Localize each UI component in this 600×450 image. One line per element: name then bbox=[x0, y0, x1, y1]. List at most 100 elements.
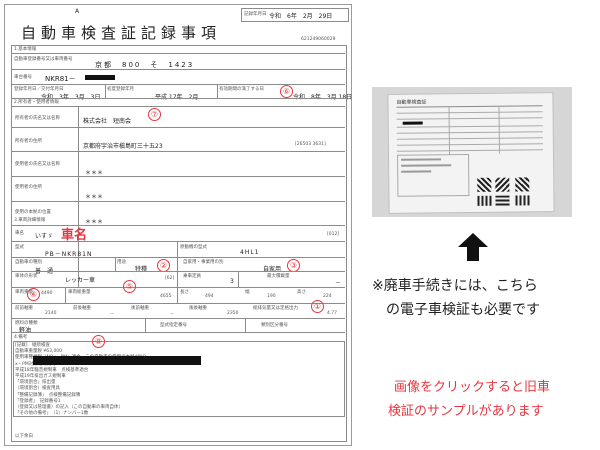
annotation-circle-1: ① bbox=[311, 300, 324, 313]
kind-label: 自動車の種別 bbox=[15, 260, 42, 265]
divider bbox=[11, 287, 345, 288]
shape-code: [62] bbox=[165, 276, 175, 281]
thumb-title: 自動車検査証 bbox=[396, 99, 427, 106]
note-line-2: の電子車検証も必要です bbox=[386, 302, 540, 318]
gross-weight-value: 4655 bbox=[160, 294, 172, 299]
annotation-circle-7: ⑦ bbox=[148, 108, 161, 121]
capacity-value: 3 bbox=[230, 278, 234, 285]
divider bbox=[11, 303, 345, 304]
engine-value: 4HL1 bbox=[240, 249, 260, 256]
divider bbox=[11, 69, 345, 70]
note-line-1: ※廃車手続きには、こちら bbox=[372, 278, 538, 294]
divider bbox=[11, 318, 345, 319]
expiry-label: 有効期間の満了する日 bbox=[219, 87, 264, 92]
initial-reg-value: 平成 17年 2月 bbox=[155, 94, 199, 101]
qr-code-icon bbox=[477, 177, 492, 192]
engine-label: 原動機の型式 bbox=[180, 245, 207, 250]
width-value: 190 bbox=[267, 294, 276, 299]
owner-code: [26503 3631] bbox=[295, 142, 326, 147]
section4-label: 4.備考 bbox=[14, 335, 28, 340]
front-rear-axle-value: － bbox=[110, 312, 115, 317]
divider bbox=[11, 127, 345, 128]
maker-value: いすゞ bbox=[35, 233, 54, 240]
divider bbox=[11, 151, 345, 152]
max-load-value: － bbox=[335, 280, 342, 287]
old-inspection-certificate-thumbnail[interactable]: 自動車検査証 bbox=[372, 87, 572, 217]
divider bbox=[177, 241, 178, 257]
displacement-label: 総排気量又は定格出力 bbox=[253, 306, 298, 311]
category-label: 類別区分番号 bbox=[261, 323, 288, 328]
shape-value: レッカー車 bbox=[65, 277, 96, 284]
section2-label: 2.所有者・使用者情報 bbox=[14, 100, 59, 105]
rear-rear-axle-value: 2350 bbox=[227, 311, 239, 316]
divider bbox=[11, 53, 345, 54]
qr-code-icon bbox=[515, 195, 530, 206]
section3-label: 3.車両詳細情報 bbox=[14, 218, 46, 223]
user-address-label: 使用者の住所 bbox=[15, 185, 42, 190]
rear-front-axle-label: 後前軸重 bbox=[131, 306, 149, 311]
record-date-label: 記録年月日 bbox=[244, 12, 267, 17]
divider bbox=[177, 257, 178, 271]
maker-code: [012] bbox=[327, 232, 340, 237]
qr-code-icon bbox=[515, 177, 530, 192]
initial-reg-label: 初度登録年月 bbox=[107, 87, 134, 92]
front-axle-label: 前前軸重 bbox=[15, 306, 33, 311]
capacity-label: 乗車定員 bbox=[183, 274, 201, 279]
divider bbox=[177, 271, 178, 287]
qr-code-icon bbox=[495, 195, 510, 206]
old-sample-link[interactable]: 画像をクリックすると旧車 検証のサンプルがあります bbox=[388, 376, 551, 419]
rear-front-axle-value: － bbox=[170, 312, 175, 317]
displacement-value: 4.77 bbox=[327, 311, 338, 316]
section1-label: 1.基本情報 bbox=[14, 47, 37, 52]
cta-line-1: 画像をクリックすると旧車 bbox=[394, 380, 551, 395]
annotation-circle-6: ⑥ bbox=[280, 85, 293, 98]
divider bbox=[238, 271, 239, 287]
height-value: 224 bbox=[323, 294, 332, 299]
divider bbox=[11, 271, 345, 272]
certificate-sample-image: 自動車検査証 bbox=[387, 92, 555, 214]
weight-value: 4490 bbox=[41, 291, 53, 296]
front-rear-axle-label: 前後軸重 bbox=[73, 306, 91, 311]
record-date-value: 令和 6年 2月 29日 bbox=[269, 13, 333, 20]
divider bbox=[115, 257, 116, 271]
remarks-end: 以下余白 bbox=[15, 434, 33, 439]
redaction-bar bbox=[33, 356, 201, 365]
length-label: 長さ bbox=[180, 290, 189, 295]
remarks-list: [記載] 継続検査 自動車重量税 ¥63,000 使用車種規制（NOx・PM）適… bbox=[15, 343, 146, 417]
divider bbox=[65, 287, 66, 303]
divider bbox=[11, 201, 345, 202]
scrap-procedure-note: ※廃車手続きには、こちら の電子車検証も必要です bbox=[372, 275, 540, 319]
divider bbox=[11, 241, 345, 242]
redaction-bar bbox=[85, 75, 115, 80]
model-label: 型式 bbox=[15, 245, 24, 250]
divider bbox=[78, 106, 79, 287]
divider bbox=[11, 106, 345, 107]
header-a-mark: A bbox=[75, 8, 80, 15]
model-designation-label: 型式指定番号 bbox=[160, 323, 187, 328]
owner-address-label: 所有者の住所 bbox=[15, 139, 42, 144]
divider bbox=[11, 257, 345, 258]
gross-weight-label: 車両総重量 bbox=[68, 290, 91, 295]
divider bbox=[11, 84, 345, 85]
up-arrow-icon bbox=[458, 233, 488, 261]
owner-name-value: 株式会社 短南会 bbox=[83, 118, 132, 125]
reg-number-label: 自動車登録番号又は車両番号 bbox=[14, 57, 73, 62]
document-number: 621249060029 bbox=[301, 37, 336, 42]
expiry-value: 令和 8年 3月 18日 bbox=[293, 94, 353, 101]
qr-code-icon bbox=[477, 195, 492, 206]
divider bbox=[217, 84, 218, 98]
divider bbox=[245, 318, 246, 332]
use-label: 用途 bbox=[117, 260, 126, 265]
height-label: 高さ bbox=[297, 290, 306, 295]
owner-address-value: 京都府宇治市槇島町三十五23 bbox=[83, 143, 163, 150]
user-name-label: 使用者の氏名又は名称 bbox=[15, 162, 60, 167]
width-label: 幅 bbox=[245, 290, 250, 295]
purpose-label: 自家用・事業用の別 bbox=[183, 260, 224, 265]
divider bbox=[11, 176, 345, 177]
rear-rear-axle-label: 後後軸重 bbox=[189, 306, 207, 311]
maker-label: 車名 bbox=[15, 231, 24, 236]
divider bbox=[11, 332, 345, 333]
length-value: 494 bbox=[205, 294, 214, 299]
annotation-circle-5: ⑤ bbox=[123, 280, 136, 293]
divider bbox=[11, 98, 345, 99]
